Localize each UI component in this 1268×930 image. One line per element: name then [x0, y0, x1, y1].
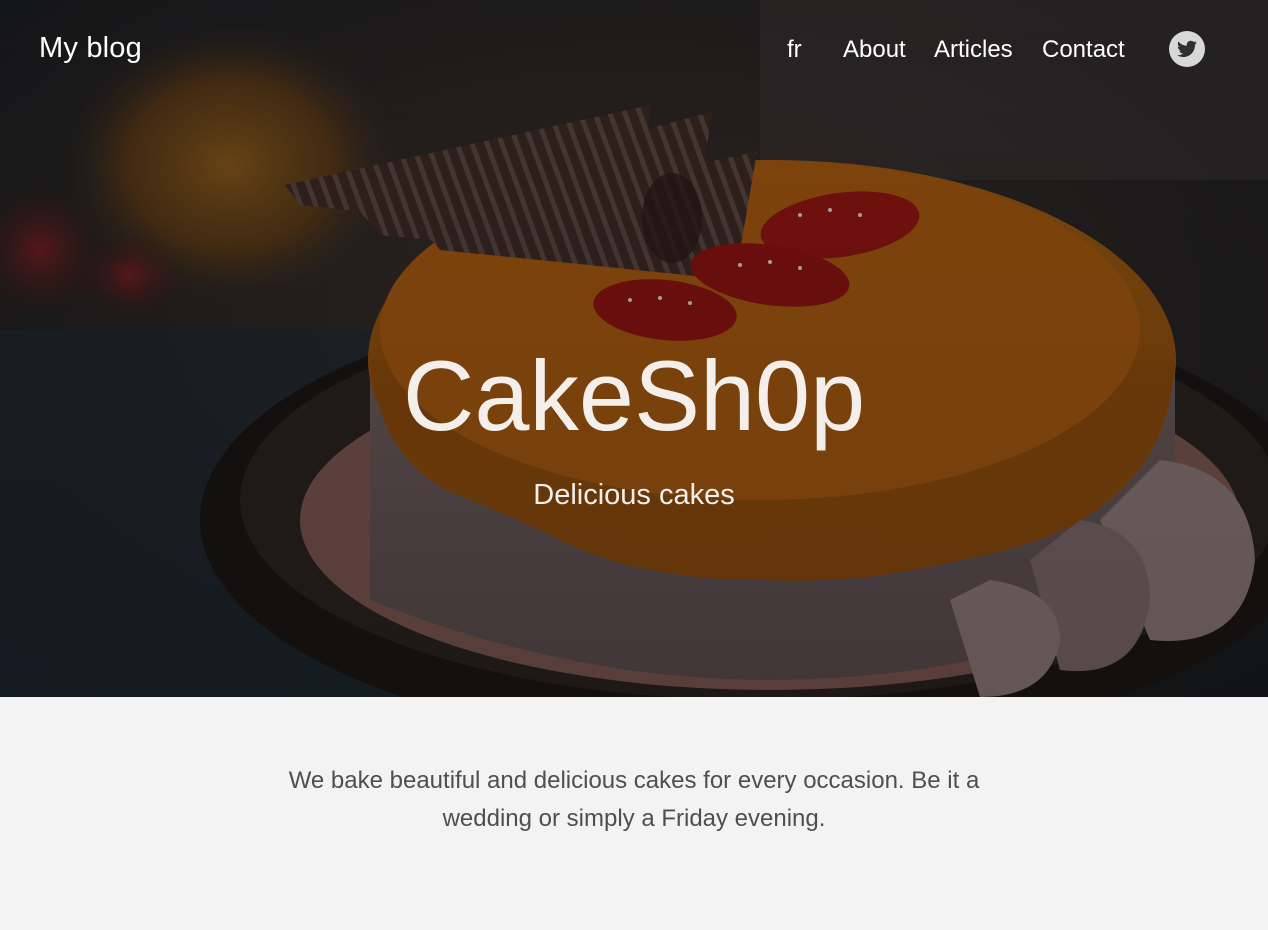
hero-subtitle: Delicious cakes — [533, 479, 735, 511]
twitter-icon — [1177, 40, 1197, 57]
nav-articles[interactable]: Articles — [934, 36, 1013, 64]
intro-text: We bake beautiful and delicious cakes fo… — [288, 767, 980, 832]
page: My blog fr About Articles Contact CakeSh… — [0, 0, 1268, 930]
hero-section: My blog fr About Articles Contact CakeSh… — [0, 0, 1268, 697]
nav-about[interactable]: About — [843, 36, 906, 64]
nav-language-fr[interactable]: fr — [787, 36, 802, 64]
main-nav: fr About Articles Contact — [0, 36, 1268, 70]
twitter-link[interactable] — [1169, 31, 1205, 67]
nav-contact[interactable]: Contact — [1042, 36, 1125, 64]
hero-title: CakeSh0p — [402, 340, 866, 451]
